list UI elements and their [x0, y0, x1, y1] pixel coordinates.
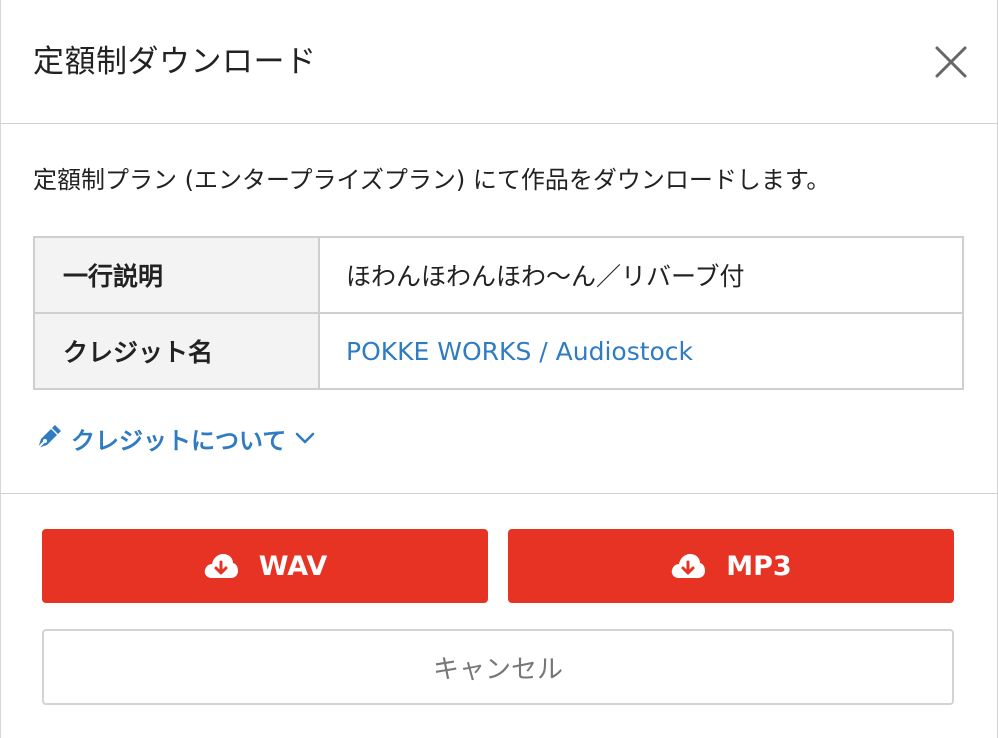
- row-value-description: ほわんほわんほわ〜ん／リバーブ付: [318, 236, 964, 314]
- row-label-credit: クレジット名: [33, 312, 320, 390]
- chevron-down-icon: [295, 432, 315, 444]
- dialog-body: 定額制プラン (エンタープライズプラン) にて作品をダウンロードします。 一行説…: [1, 124, 997, 494]
- dialog-header: 定額制ダウンロード: [1, 0, 997, 124]
- cloud-download-icon: [672, 554, 706, 578]
- intro-text: 定額制プラン (エンタープライズプラン) にて作品をダウンロードします。: [33, 166, 831, 194]
- cloud-download-icon: [204, 554, 238, 578]
- dialog-title: 定額制ダウンロード: [33, 44, 317, 80]
- mp3-label: MP3: [726, 550, 792, 582]
- download-dialog: 定額制ダウンロード 定額制プラン (エンタープライズプラン) にて作品をダウンロ…: [0, 0, 998, 738]
- info-table: 一行説明 ほわんほわんほわ〜ん／リバーブ付 クレジット名 POKKE WORKS…: [33, 236, 964, 390]
- download-wav-button[interactable]: WAV: [42, 529, 488, 603]
- table-row: 一行説明 ほわんほわんほわ〜ん／リバーブ付: [33, 236, 964, 314]
- wav-label: WAV: [258, 550, 328, 582]
- download-mp3-button[interactable]: MP3: [508, 529, 954, 603]
- table-row: クレジット名 POKKE WORKS / Audiostock: [33, 312, 964, 390]
- row-value-credit: POKKE WORKS / Audiostock: [318, 312, 964, 390]
- credit-info-toggle[interactable]: クレジットについて: [35, 420, 316, 456]
- close-icon: [935, 46, 967, 78]
- pen-icon: [37, 425, 61, 449]
- credit-toggle-label: クレジットについて: [71, 426, 287, 455]
- row-label-description: 一行説明: [33, 236, 320, 314]
- cancel-button[interactable]: キャンセル: [42, 629, 954, 705]
- cancel-label: キャンセル: [432, 654, 563, 685]
- close-button[interactable]: [929, 40, 973, 84]
